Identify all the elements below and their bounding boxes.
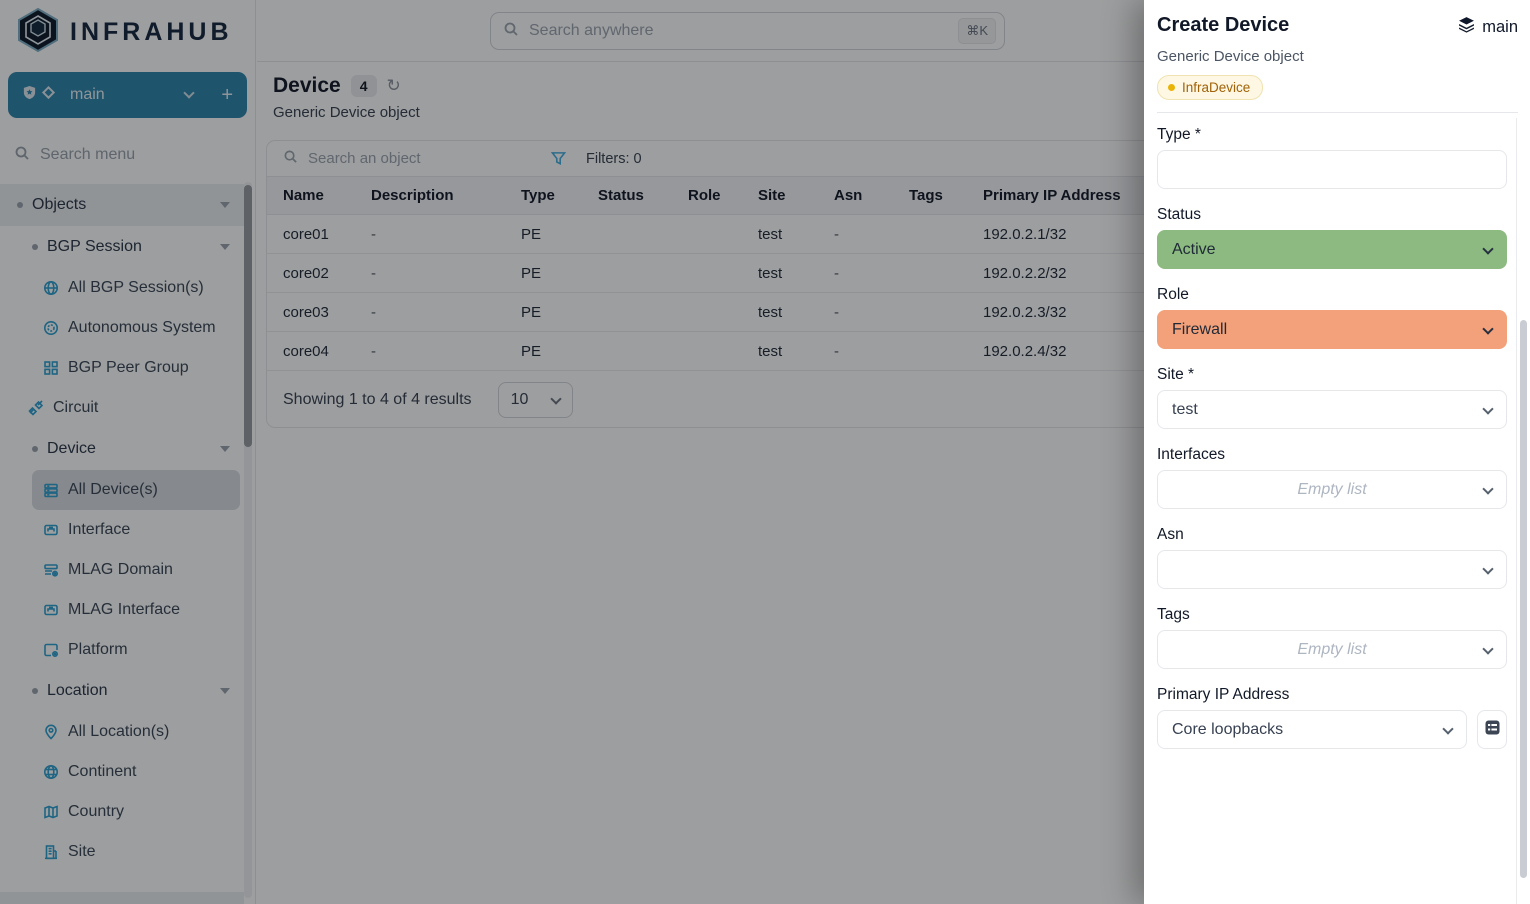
- field-label: Type *: [1157, 126, 1507, 144]
- layers-icon: [1458, 16, 1475, 38]
- tags-select[interactable]: Empty list: [1157, 630, 1507, 669]
- field-interfaces: Interfaces Empty list: [1157, 446, 1507, 509]
- field-primary-ip-address: Primary IP Address Core loopbacks: [1157, 686, 1507, 749]
- drawer-branch-indicator: main: [1458, 14, 1518, 38]
- drawer-header: Create Device main Generic Device object…: [1144, 0, 1530, 113]
- drawer-title: Create Device: [1157, 14, 1289, 37]
- drawer-subtitle: Generic Device object: [1157, 48, 1518, 65]
- kind-badge[interactable]: InfraDevice: [1157, 75, 1263, 100]
- badge-dot-icon: [1168, 84, 1175, 91]
- asn-select[interactable]: [1157, 550, 1507, 589]
- drawer-scrollbar-thumb[interactable]: [1520, 320, 1527, 878]
- chevron-down-icon: [1482, 563, 1493, 574]
- field-label: Interfaces: [1157, 446, 1507, 464]
- placeholder-text: Empty list: [1158, 481, 1506, 499]
- chevron-down-icon: [1482, 403, 1493, 414]
- field-label: Asn: [1157, 526, 1507, 544]
- list-details-icon: [1484, 719, 1501, 741]
- field-label: Role: [1157, 286, 1507, 304]
- field-label: Primary IP Address: [1157, 686, 1507, 704]
- placeholder-text: Empty list: [1158, 641, 1506, 659]
- field-role: Role Firewall: [1157, 286, 1507, 349]
- interfaces-select[interactable]: Empty list: [1157, 470, 1507, 509]
- drawer-branch-name: main: [1482, 18, 1518, 37]
- field-tags: Tags Empty list: [1157, 606, 1507, 669]
- primary-ip-address-select[interactable]: Core loopbacks: [1157, 710, 1467, 749]
- site-select[interactable]: test: [1157, 390, 1507, 429]
- field-label: Site *: [1157, 366, 1507, 384]
- role-select[interactable]: Firewall: [1157, 310, 1507, 349]
- app-window: INFRAHUB main + Objects: [0, 0, 1530, 904]
- chevron-down-icon: [1482, 323, 1493, 334]
- chevron-down-icon: [1482, 243, 1493, 254]
- field-type: Type *: [1157, 126, 1507, 189]
- field-site: Site * test: [1157, 366, 1507, 429]
- status-select[interactable]: Active: [1157, 230, 1507, 269]
- chevron-down-icon: [1442, 723, 1453, 734]
- drawer-divider: [1516, 118, 1517, 904]
- field-label: Tags: [1157, 606, 1507, 624]
- create-device-form: Type * Status Active Role Firewall Site …: [1144, 113, 1530, 885]
- create-device-drawer: Create Device main Generic Device object…: [1144, 0, 1530, 904]
- field-asn: Asn: [1157, 526, 1507, 589]
- field-label: Status: [1157, 206, 1507, 224]
- type-input[interactable]: [1157, 150, 1507, 189]
- list-details-button[interactable]: [1477, 710, 1507, 749]
- field-status: Status Active: [1157, 206, 1507, 269]
